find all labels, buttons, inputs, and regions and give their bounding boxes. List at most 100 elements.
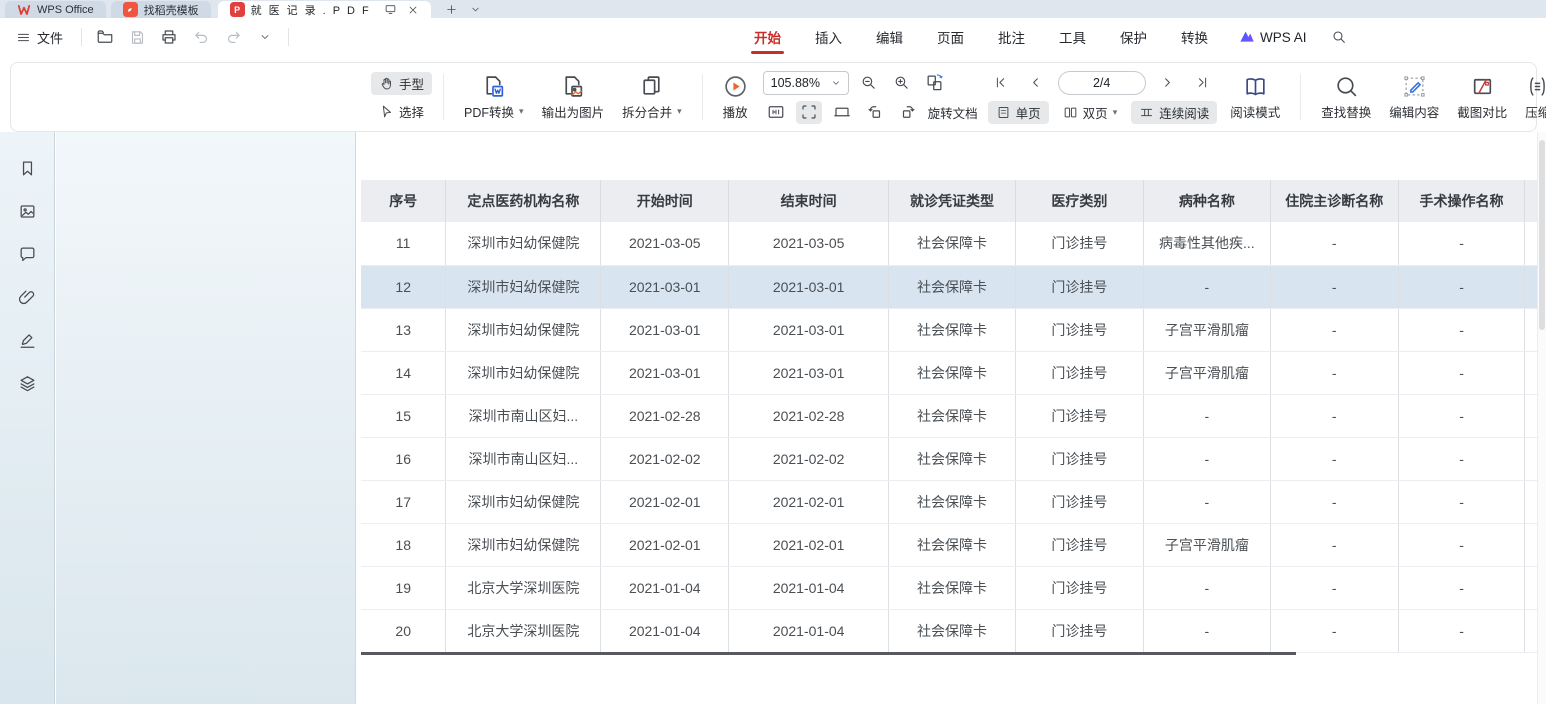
table-cell: 子宫平滑肌瘤 — [1143, 308, 1270, 351]
ribbon-toolbar: 手型 选择 PDF转换▾ 输出为图片 拆分合并▾ 播放 — [10, 62, 1537, 132]
table-cell: 门诊挂号 — [1015, 308, 1143, 351]
replace-pages-button[interactable] — [922, 71, 948, 94]
tab-document-active[interactable]: P 就医记录.PDF — [218, 1, 431, 18]
chevron-down-icon: ▾ — [1113, 107, 1118, 118]
menu-item[interactable]: 批注 — [981, 18, 1042, 56]
wps-ai-button[interactable]: WPS AI — [1225, 29, 1321, 45]
next-page-button[interactable] — [1155, 71, 1181, 94]
play-button[interactable]: 播放 — [714, 74, 757, 121]
menu-item[interactable]: 工具 — [1042, 18, 1103, 56]
file-menu-button[interactable]: 文件 — [16, 28, 63, 47]
new-tab-icon[interactable] — [445, 3, 458, 16]
attachments-panel-button[interactable] — [13, 285, 41, 309]
read-mode-label: 阅读模式 — [1230, 102, 1280, 121]
column-header: 住院主诊断名称 — [1270, 180, 1398, 222]
tab-wps-home[interactable]: WPS Office — [5, 1, 106, 18]
menu-item[interactable]: 插入 — [798, 18, 859, 56]
open-file-button[interactable] — [92, 25, 118, 49]
table-cell: - — [1398, 351, 1525, 394]
menu-item[interactable]: 转换 — [1164, 18, 1225, 56]
record-table-body: 11深圳市妇幼保健院2021-03-052021-03-05社会保障卡门诊挂号病… — [361, 222, 1537, 652]
search-icon — [1331, 29, 1347, 45]
double-page-button[interactable]: 双页 ▾ — [1055, 101, 1126, 124]
scrollbar-thumb[interactable] — [1539, 140, 1545, 330]
rotate-left-button[interactable] — [862, 101, 888, 124]
menu-item[interactable]: 开始 — [737, 18, 798, 56]
table-cell: 社会保障卡 — [889, 480, 1016, 523]
menu-item[interactable]: 编辑 — [859, 18, 920, 56]
zoom-level-select[interactable]: 105.88% — [763, 71, 849, 95]
last-page-icon — [1195, 75, 1210, 90]
docer-icon — [123, 2, 138, 17]
table-cell — [1525, 351, 1537, 394]
read-mode-button[interactable]: 阅读模式 — [1221, 74, 1289, 121]
pdf-file-icon: P — [230, 2, 245, 17]
select-tool-button[interactable]: 选择 — [371, 100, 432, 123]
save-button[interactable] — [124, 25, 150, 49]
zoom-out-button[interactable] — [856, 71, 882, 94]
rotate-left-icon — [866, 103, 884, 121]
menu-search-button[interactable] — [1321, 29, 1357, 45]
zoom-in-button[interactable] — [889, 71, 915, 94]
pdf-page[interactable]: 序号定点医药机构名称开始时间结束时间就诊凭证类型医疗类别病种名称住院主诊断名称手… — [357, 132, 1537, 704]
layers-panel-button[interactable] — [13, 371, 41, 395]
compress-button[interactable]: 压缩 — [1516, 74, 1546, 121]
screenshot-compare-button[interactable]: 截图对比 — [1448, 74, 1516, 121]
table-cell: 2021-01-04 — [601, 609, 729, 652]
close-tab-icon[interactable] — [407, 4, 419, 16]
hand-tool-button[interactable]: 手型 — [371, 72, 432, 95]
menu-item[interactable]: 保护 — [1103, 18, 1164, 56]
continuous-read-icon — [1139, 105, 1154, 120]
table-bottom-border — [361, 652, 1296, 655]
quickbar-more-button[interactable] — [252, 25, 278, 49]
first-page-button[interactable] — [988, 71, 1014, 94]
tab-list-chevron-icon[interactable] — [470, 4, 481, 15]
screenshot-compare-label: 截图对比 — [1457, 102, 1507, 121]
previous-page-button[interactable] — [1023, 71, 1049, 94]
table-cell — [1525, 265, 1537, 308]
zoom-value: 105.88% — [771, 76, 820, 90]
rotate-right-icon — [899, 103, 917, 121]
table-cell: 社会保障卡 — [889, 308, 1016, 351]
detach-window-icon[interactable] — [384, 3, 397, 16]
comments-panel-button[interactable] — [13, 242, 41, 266]
pdf-convert-button[interactable]: PDF转换▾ — [455, 74, 533, 121]
rotate-right-button[interactable] — [895, 101, 921, 124]
table-cell: 门诊挂号 — [1015, 265, 1143, 308]
table-cell: 2021-02-01 — [601, 523, 729, 566]
fit-width-button[interactable] — [829, 101, 855, 124]
last-page-button[interactable] — [1190, 71, 1216, 94]
edit-content-button[interactable]: 编辑内容 — [1380, 74, 1448, 121]
divider — [1300, 74, 1301, 120]
vertical-scrollbar[interactable] — [1537, 132, 1546, 704]
thumbnails-panel-button[interactable] — [13, 199, 41, 223]
bookmarks-panel-button[interactable] — [13, 156, 41, 180]
split-merge-button[interactable]: 拆分合并▾ — [613, 74, 691, 121]
table-cell: 深圳市妇幼保健院 — [446, 523, 601, 566]
one-to-one-icon — [767, 103, 785, 121]
table-cell: 北京大学深圳医院 — [446, 566, 601, 609]
redo-button[interactable] — [220, 25, 246, 49]
continuous-read-button[interactable]: 连续阅读 — [1131, 101, 1217, 124]
menu-item[interactable]: 页面 — [920, 18, 981, 56]
rotate-doc-button[interactable]: 旋转文档 — [928, 103, 978, 122]
table-cell: 深圳市妇幼保健院 — [446, 351, 601, 394]
table-cell: - — [1398, 566, 1525, 609]
table-cell — [1525, 394, 1537, 437]
undo-button[interactable] — [188, 25, 214, 49]
single-page-button[interactable]: 单页 — [988, 101, 1049, 124]
export-image-button[interactable]: 输出为图片 — [533, 74, 614, 121]
first-page-icon — [993, 75, 1008, 90]
signature-panel-button[interactable] — [13, 328, 41, 352]
fit-page-button[interactable] — [796, 101, 822, 124]
table-cell: 2021-03-01 — [729, 351, 889, 394]
actual-size-button[interactable] — [763, 101, 789, 124]
tab-docer-templates[interactable]: 找稻壳模板 — [111, 1, 211, 18]
table-cell: 2021-02-02 — [729, 437, 889, 480]
table-cell: 2021-01-04 — [729, 566, 889, 609]
find-replace-button[interactable]: 查找替换 — [1312, 74, 1380, 121]
print-button[interactable] — [156, 25, 182, 49]
compress-icon — [1525, 74, 1546, 99]
table-cell: 深圳市妇幼保健院 — [446, 480, 601, 523]
page-number-input[interactable]: 2/4 — [1058, 71, 1146, 95]
